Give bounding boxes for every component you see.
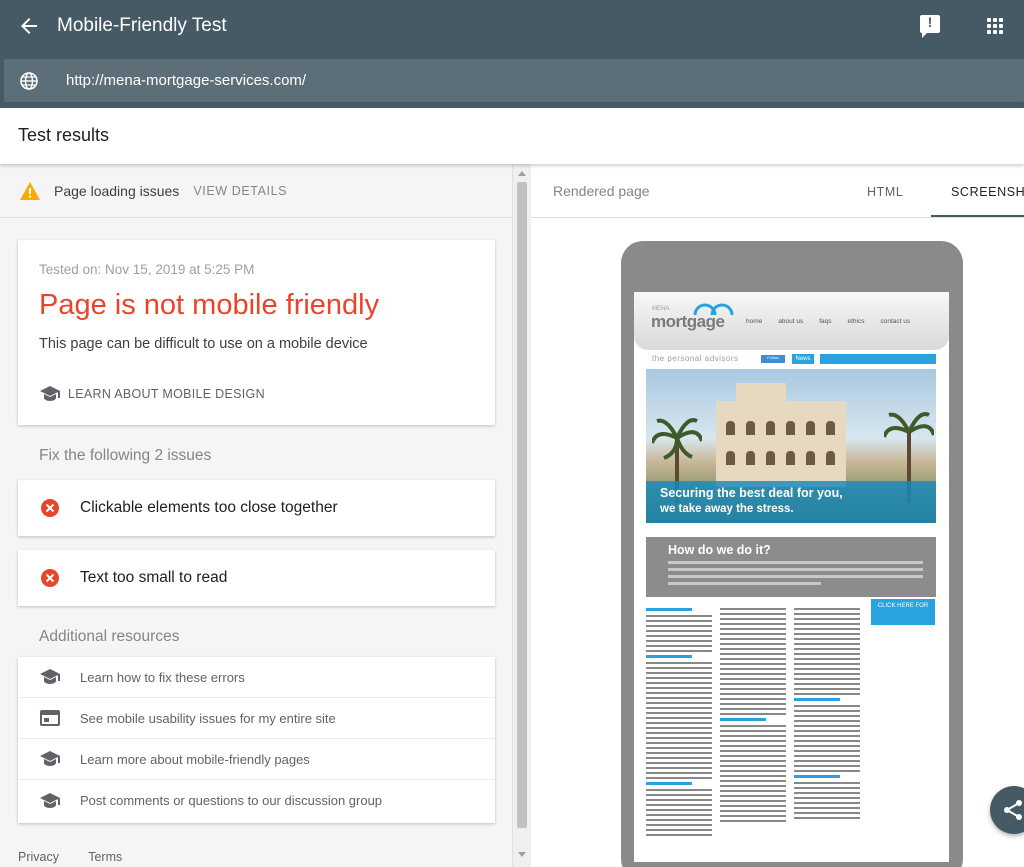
preview-text-column (794, 608, 860, 822)
apps-grid-icon[interactable] (987, 18, 1003, 34)
preview-hero-image: Securing the best deal for you, we take … (646, 369, 936, 523)
verdict-heading: Page is not mobile friendly (39, 289, 380, 321)
view-details-link[interactable]: VIEW DETAILS (193, 184, 287, 198)
preview-logo: mortgage (651, 312, 725, 331)
scroll-up-arrow-icon[interactable] (518, 171, 526, 176)
hero-caption: Securing the best deal for you, we take … (646, 481, 936, 523)
scroll-down-arrow-icon[interactable] (518, 852, 526, 857)
page-loading-issues-text: Page loading issues (54, 182, 180, 199)
resource-label: Learn more about mobile-friendly pages (80, 751, 310, 767)
tab-screenshot[interactable]: SCREENSHOT (951, 185, 1024, 199)
error-icon (41, 569, 59, 587)
resource-label: See mobile usability issues for my entir… (80, 710, 336, 726)
preview-nav-item: faqs (819, 318, 832, 325)
share-icon (1004, 800, 1022, 820)
preview-click-here-button: CLICK HERE FOR (871, 599, 935, 625)
hero-caption-line1: Securing the best deal for you, (660, 486, 843, 500)
active-tab-indicator (931, 215, 1024, 217)
preview-news-badge: News (792, 354, 814, 364)
learn-link-label: LEARN ABOUT MOBILE DESIGN (68, 387, 265, 401)
preview-text-column (720, 608, 786, 825)
error-icon (41, 499, 59, 517)
preview-nav-item: ethics (847, 318, 865, 325)
issue-label: Text too small to read (80, 569, 228, 586)
graduation-cap-icon (40, 751, 60, 766)
page-loading-issues-strip: Page loading issues VIEW DETAILS (0, 164, 512, 218)
preview-news-bar (820, 354, 936, 364)
building-image (716, 383, 846, 487)
privacy-link[interactable]: Privacy (18, 850, 59, 864)
preview-nav-item: contact us (880, 318, 911, 325)
preview-site-header: MENA mortgage home about us faqs ethics … (634, 292, 949, 350)
rendered-page-panel: Rendered page HTML SCREENSHOT MENA mortg… (531, 164, 1024, 867)
web-asset-icon (40, 710, 60, 726)
url-text[interactable]: http://mena-mortgage-services.com/ (66, 72, 306, 89)
resource-discussion-group[interactable]: Post comments or questions to our discus… (18, 780, 495, 821)
scroll-thumb[interactable] (517, 182, 527, 828)
issue-clickable-elements[interactable]: Clickable elements too close together (18, 480, 495, 536)
preview-nav: home about us faqs ethics contact us (746, 318, 926, 325)
learn-mobile-design-link[interactable]: LEARN ABOUT MOBILE DESIGN (40, 386, 265, 402)
preview-nav-item: about us (778, 318, 804, 325)
preview-how-text (668, 561, 923, 589)
terms-link[interactable]: Terms (88, 850, 122, 864)
hero-caption-line2: we take away the stress. (660, 503, 794, 515)
verdict-subtitle: This page can be difficult to use on a m… (39, 336, 368, 352)
results-panel: Page loading issues VIEW DETAILS Tested … (0, 164, 512, 867)
resource-label: Learn how to fix these errors (80, 669, 245, 685)
graduation-cap-icon (40, 386, 60, 401)
top-app-bar: Mobile-Friendly Test http://mena-mortgag… (0, 0, 1024, 108)
globe-icon (20, 71, 38, 90)
preview-how-title: How do we do it? (668, 543, 771, 557)
preview-text-column (646, 608, 712, 839)
left-panel-scrollbar[interactable] (512, 164, 531, 867)
verdict-card: Tested on: Nov 15, 2019 at 5:25 PM Page … (18, 240, 495, 425)
back-arrow-icon[interactable] (17, 14, 41, 38)
resources-list: Learn how to fix these errors See mobile… (18, 657, 495, 823)
resource-mobile-friendly-pages[interactable]: Learn more about mobile-friendly pages (18, 739, 495, 780)
resource-fix-errors[interactable]: Learn how to fix these errors (18, 657, 495, 698)
preview-tagline: the personal advisors (652, 354, 739, 363)
additional-resources-title: Additional resources (39, 628, 180, 645)
page-screenshot: MENA mortgage home about us faqs ethics … (634, 292, 949, 862)
feedback-icon[interactable] (920, 14, 940, 38)
warning-icon (20, 181, 40, 200)
results-header: Test results (0, 108, 1024, 164)
fix-issues-title: Fix the following 2 issues (39, 447, 212, 464)
resource-site-usability[interactable]: See mobile usability issues for my entir… (18, 698, 495, 739)
graduation-cap-icon (40, 792, 60, 808)
url-bar[interactable]: http://mena-mortgage-services.com/ (4, 59, 1024, 102)
footer-links: Privacy Terms (18, 850, 148, 864)
phone-frame: MENA mortgage home about us faqs ethics … (621, 241, 963, 867)
preview-how-box: How do we do it? (646, 537, 936, 597)
issue-label: Clickable elements too close together (80, 499, 338, 516)
graduation-cap-icon (40, 669, 60, 684)
rendered-page-tabs: Rendered page HTML SCREENSHOT (531, 164, 1024, 218)
results-title: Test results (18, 125, 110, 145)
tested-on-date: Tested on: Nov 15, 2019 at 5:25 PM (39, 262, 255, 277)
app-title: Mobile-Friendly Test (57, 15, 227, 36)
tab-html[interactable]: HTML (867, 185, 903, 199)
preview-twitter-button: Follow (761, 355, 785, 363)
issue-text-too-small[interactable]: Text too small to read (18, 550, 495, 606)
rendered-page-label: Rendered page (553, 183, 650, 199)
preview-nav-item: home (746, 318, 763, 325)
resource-label: Post comments or questions to our discus… (80, 793, 383, 808)
